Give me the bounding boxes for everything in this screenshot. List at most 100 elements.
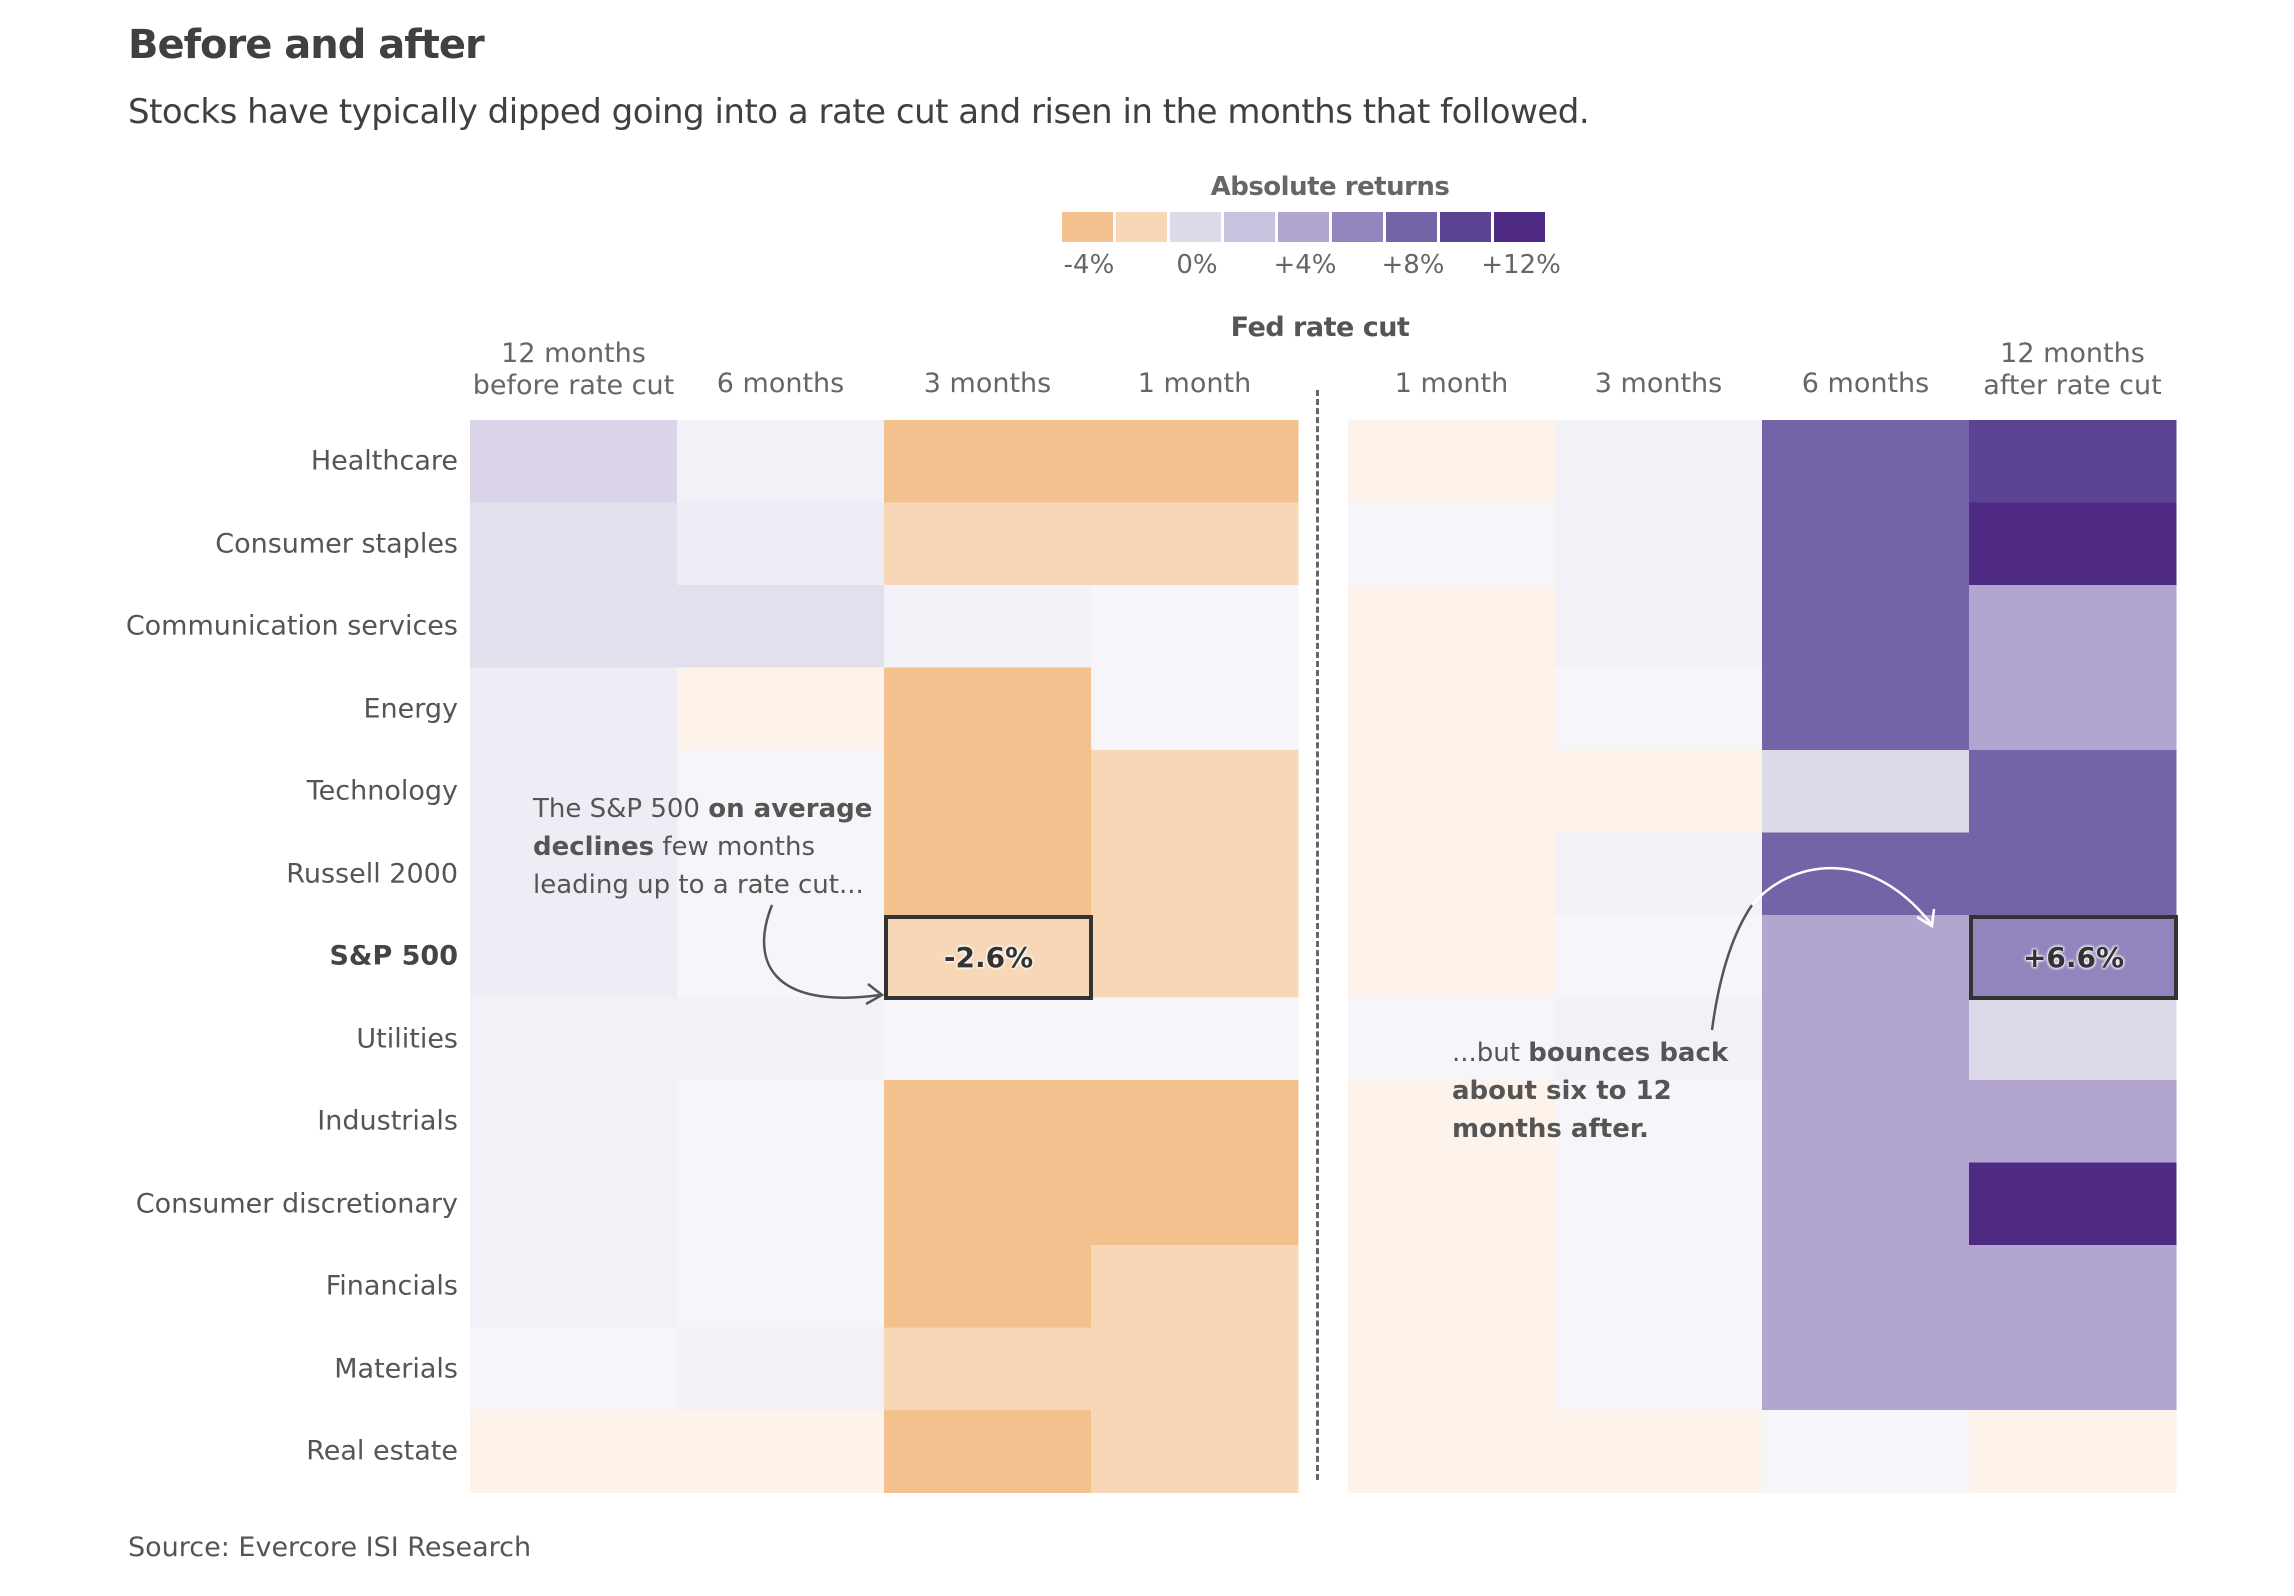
heatmap-cell bbox=[1969, 1080, 2177, 1163]
heatmap-cell bbox=[1348, 1410, 1556, 1493]
heatmap-cell bbox=[1555, 1245, 1763, 1328]
heatmap-cell bbox=[1969, 420, 2177, 503]
heatmap-cell bbox=[1969, 750, 2177, 833]
heatmap-cell bbox=[884, 585, 1092, 668]
heatmap-cell bbox=[884, 750, 1092, 833]
heatmap-cell bbox=[470, 1080, 678, 1163]
heatmap-cell bbox=[677, 1327, 885, 1411]
heatmap-cell bbox=[884, 667, 1092, 751]
heatmap-cell bbox=[1969, 667, 2177, 751]
heatmap-cell bbox=[470, 502, 678, 586]
heatmap-cell bbox=[1762, 1080, 1970, 1163]
heatmap-cell bbox=[677, 997, 885, 1081]
heatmap-cell bbox=[1969, 1162, 2177, 1246]
heatmap-cell bbox=[1762, 832, 1970, 916]
callout-sp500-before: -2.6% bbox=[884, 915, 1093, 1000]
heatmap-cell bbox=[1555, 502, 1763, 586]
heatmap-cell bbox=[1348, 585, 1556, 668]
heatmap-cell bbox=[677, 1080, 885, 1163]
heatmap-cell bbox=[1348, 1245, 1556, 1328]
heatmap-grid bbox=[470, 420, 2177, 1493]
heatmap-cell bbox=[1762, 1327, 1970, 1411]
heatmap-cell bbox=[1348, 420, 1556, 503]
annotation-text: The S&P 500 bbox=[533, 794, 709, 824]
heatmap-cell bbox=[1091, 750, 1299, 833]
heatmap-cell bbox=[1348, 832, 1556, 916]
heatmap-cell bbox=[1969, 585, 2177, 668]
heatmap-cell bbox=[1969, 1410, 2177, 1493]
heatmap-cell bbox=[470, 667, 678, 751]
heatmap-cell bbox=[1762, 915, 1970, 998]
heatmap-cell bbox=[1762, 1162, 1970, 1246]
heatmap-cell bbox=[1762, 750, 1970, 833]
heatmap-cell bbox=[1091, 420, 1299, 503]
heatmap-cell bbox=[1762, 997, 1970, 1081]
heatmap-cell bbox=[1091, 997, 1299, 1081]
heatmap-cell bbox=[1555, 750, 1763, 833]
heatmap-cell bbox=[1555, 832, 1763, 916]
heatmap-cell bbox=[470, 585, 678, 668]
heatmap-cell bbox=[884, 1245, 1092, 1328]
heatmap-cell bbox=[677, 667, 885, 751]
heatmap-cell bbox=[1091, 1245, 1299, 1328]
heatmap-cell bbox=[1969, 832, 2177, 916]
heatmap-cell bbox=[884, 1410, 1092, 1493]
heatmap-cell bbox=[1555, 420, 1763, 503]
heatmap-cell bbox=[884, 832, 1092, 916]
source-note: Source: Evercore ISI Research bbox=[128, 1532, 532, 1563]
heatmap-cell bbox=[470, 1245, 678, 1328]
heatmap-cell bbox=[1091, 915, 1299, 998]
heatmap-cell bbox=[677, 915, 885, 998]
heatmap-cell bbox=[677, 502, 885, 586]
heatmap-cell bbox=[470, 915, 678, 998]
heatmap-cell bbox=[1091, 1410, 1299, 1493]
heatmap-cell bbox=[1091, 1080, 1299, 1163]
heatmap-cell bbox=[470, 997, 678, 1081]
heatmap-cell bbox=[1762, 502, 1970, 586]
heatmap-cell bbox=[677, 1245, 885, 1328]
heatmap-cell bbox=[1348, 1162, 1556, 1246]
heatmap-cell bbox=[1555, 667, 1763, 751]
heatmap-cell bbox=[1091, 585, 1299, 668]
heatmap-cell bbox=[1762, 667, 1970, 751]
heatmap-cell bbox=[1348, 1327, 1556, 1411]
heatmap-cell bbox=[470, 1327, 678, 1411]
heatmap-cell bbox=[884, 1327, 1092, 1411]
heatmap-cell bbox=[677, 1410, 885, 1493]
heatmap-cell bbox=[1969, 997, 2177, 1081]
heatmap-cell bbox=[1762, 585, 1970, 668]
heatmap-cell bbox=[677, 585, 885, 668]
callout-sp500-after: +6.6% bbox=[1969, 915, 2178, 1000]
heatmap-cell bbox=[677, 1162, 885, 1246]
annotation-before: The S&P 500 on average declines few mont… bbox=[533, 790, 893, 904]
heatmap-cell bbox=[1555, 1327, 1763, 1411]
heatmap-cell bbox=[1969, 502, 2177, 586]
heatmap-cell bbox=[470, 1162, 678, 1246]
heatmap-cell bbox=[1969, 1327, 2177, 1411]
heatmap-cell bbox=[884, 502, 1092, 586]
heatmap-cell bbox=[884, 420, 1092, 503]
heatmap-cell bbox=[1348, 915, 1556, 998]
heatmap-cell bbox=[1762, 1245, 1970, 1328]
heatmap-cell bbox=[1091, 667, 1299, 751]
heatmap-cell bbox=[1091, 832, 1299, 916]
heatmap-cell bbox=[884, 1162, 1092, 1246]
heatmap-cell bbox=[1762, 420, 1970, 503]
annotation-after: ...but bounces back about six to 12 mont… bbox=[1452, 1034, 1742, 1148]
heatmap-cell bbox=[1091, 1327, 1299, 1411]
heatmap-cell bbox=[1555, 915, 1763, 998]
heatmap-cell bbox=[677, 420, 885, 503]
heatmap-cell bbox=[1762, 1410, 1970, 1493]
heatmap-cell bbox=[1555, 585, 1763, 668]
heatmap-cell bbox=[1091, 502, 1299, 586]
heatmap-cell bbox=[1348, 667, 1556, 751]
heatmap-cell bbox=[1348, 502, 1556, 586]
heatmap-cell bbox=[1555, 1410, 1763, 1493]
heatmap-cell bbox=[1091, 1162, 1299, 1246]
heatmap-cell bbox=[884, 1080, 1092, 1163]
heatmap-cell bbox=[470, 420, 678, 503]
annotation-text: ...but bbox=[1452, 1038, 1529, 1068]
heatmap-cell bbox=[1555, 1162, 1763, 1246]
heatmap-cell bbox=[884, 997, 1092, 1081]
heatmap-cell bbox=[1348, 750, 1556, 833]
